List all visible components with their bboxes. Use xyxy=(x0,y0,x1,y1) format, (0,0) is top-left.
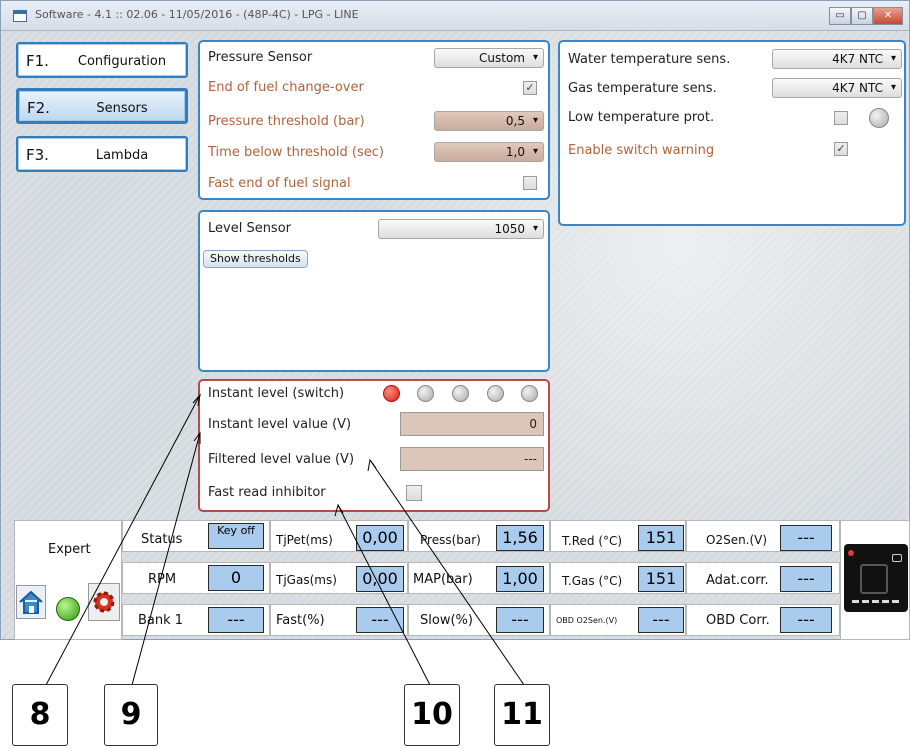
callout-9: 9 xyxy=(104,684,158,746)
callout-11: 11 xyxy=(494,684,550,746)
annotation-lines xyxy=(45,393,525,686)
callout-8: 8 xyxy=(12,684,68,746)
callout-10: 10 xyxy=(404,684,460,746)
